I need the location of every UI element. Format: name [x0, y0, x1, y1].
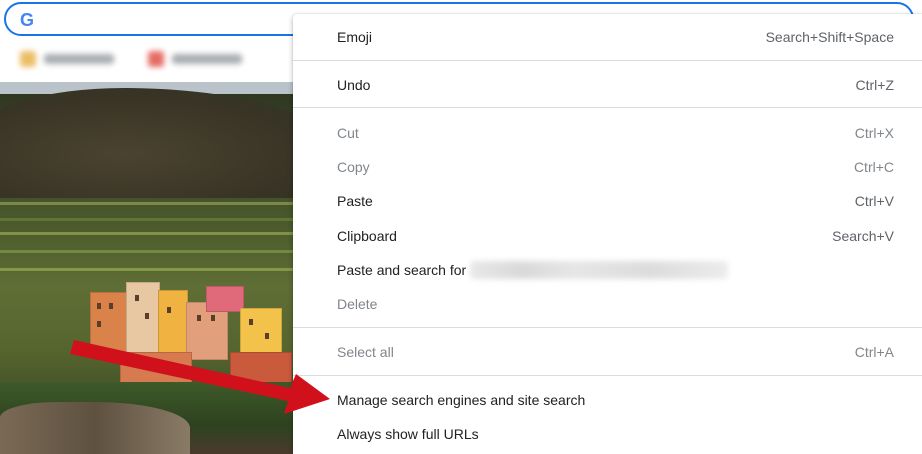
menu-item-shortcut: Ctrl+Z: [855, 77, 895, 93]
menu-item-cut[interactable]: Cut Ctrl+X: [293, 116, 922, 150]
menu-divider: [293, 327, 922, 328]
menu-item-label: Paste: [337, 193, 373, 209]
menu-item-shortcut: Search+Shift+Space: [765, 29, 894, 45]
menu-item-always-show-full-urls[interactable]: Always show full URLs: [293, 417, 922, 451]
google-logo-icon: G: [19, 10, 34, 30]
menu-divider: [293, 60, 922, 61]
menu-item-clipboard[interactable]: Clipboard Search+V: [293, 219, 922, 253]
menu-divider: [293, 107, 922, 108]
bookmarks-bar: [0, 42, 300, 78]
bookmark-label: [172, 54, 242, 64]
menu-item-label: Cut: [337, 125, 359, 141]
blurred-clipboard-text: [470, 261, 729, 279]
bookmark-item[interactable]: [148, 48, 242, 70]
menu-item-label: Paste and search for: [337, 262, 467, 278]
menu-item-undo[interactable]: Undo Ctrl+Z: [293, 68, 922, 102]
bookmark-favicon-icon: [20, 51, 36, 67]
background-photo: [0, 82, 300, 454]
menu-item-label: Undo: [337, 77, 371, 93]
menu-item-shortcut: Ctrl+A: [854, 344, 894, 360]
menu-item-label: Delete: [337, 296, 378, 312]
menu-item-shortcut: Ctrl+V: [854, 193, 894, 209]
bookmark-item[interactable]: [20, 48, 114, 70]
menu-item-copy[interactable]: Copy Ctrl+C: [293, 150, 922, 184]
menu-item-label: Manage search engines and site search: [337, 392, 586, 408]
menu-item-paste-and-search[interactable]: Paste and search for: [293, 253, 922, 287]
menu-item-label: Select all: [337, 344, 394, 360]
bookmark-favicon-icon: [148, 51, 164, 67]
menu-item-label: Always show full URLs: [337, 426, 479, 442]
menu-item-shortcut: Ctrl+C: [853, 159, 894, 175]
menu-item-label: Copy: [337, 159, 370, 175]
menu-item-label: Emoji: [337, 29, 373, 45]
menu-item-paste[interactable]: Paste Ctrl+V: [293, 184, 922, 218]
context-menu: Emoji Search+Shift+Space Undo Ctrl+Z Cut…: [293, 14, 922, 454]
menu-item-manage-search-engines[interactable]: Manage search engines and site search: [293, 383, 922, 417]
menu-item-delete[interactable]: Delete: [293, 287, 922, 321]
bookmark-label: [44, 54, 114, 64]
menu-divider: [293, 375, 922, 376]
menu-item-shortcut: Search+V: [832, 228, 894, 244]
menu-item-emoji[interactable]: Emoji Search+Shift+Space: [293, 20, 922, 54]
menu-item-label: Clipboard: [337, 228, 397, 244]
menu-item-select-all[interactable]: Select all Ctrl+A: [293, 335, 922, 369]
menu-item-shortcut: Ctrl+X: [854, 125, 894, 141]
